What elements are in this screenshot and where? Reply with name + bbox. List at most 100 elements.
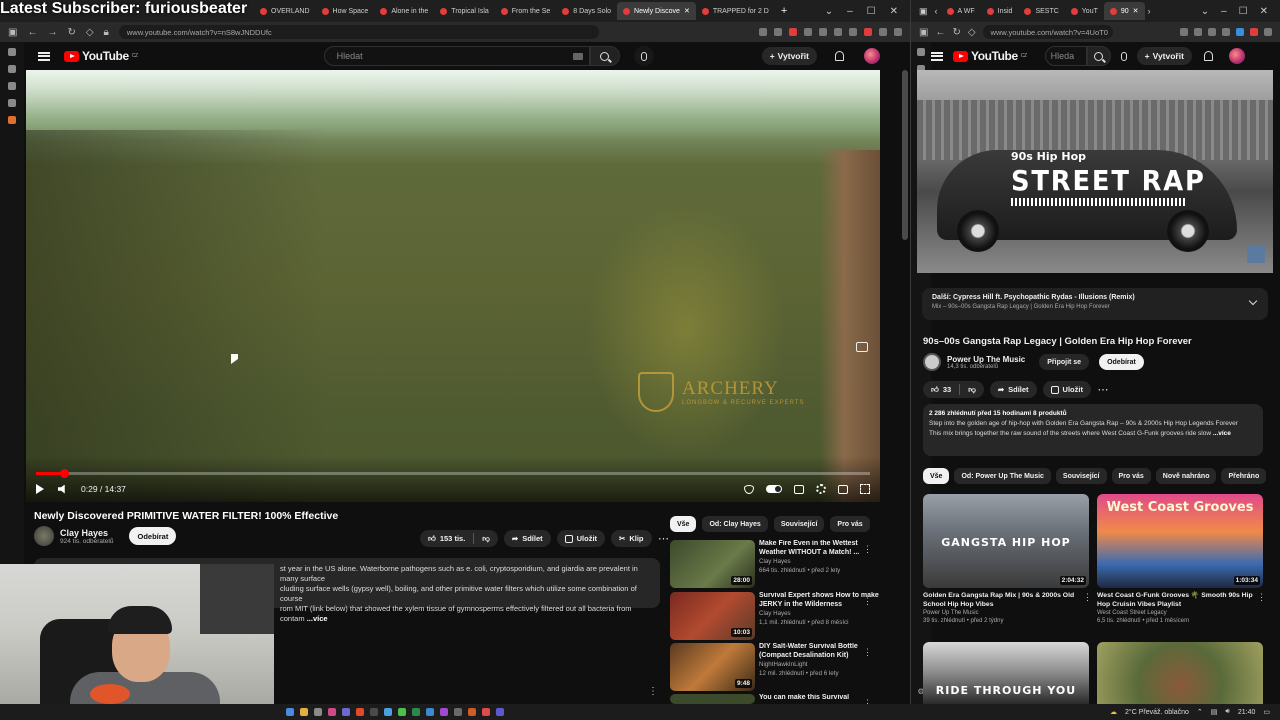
description-box[interactable]: 2 286 zhlédnutí před 15 hodinami 8 produ…: [923, 404, 1263, 456]
minimize-icon[interactable]: –: [1221, 6, 1227, 17]
app-icon[interactable]: [496, 708, 504, 716]
app-icon[interactable]: [412, 708, 420, 716]
recommendation-thumbnail[interactable]: [1097, 642, 1263, 704]
close-window-icon[interactable]: ✕: [1260, 6, 1268, 17]
extension-icon[interactable]: [1250, 28, 1258, 36]
account-avatar[interactable]: [1228, 48, 1245, 64]
app-icon[interactable]: [356, 708, 364, 716]
join-button[interactable]: Připojit se: [1039, 354, 1090, 370]
app-icon[interactable]: [370, 708, 378, 716]
chip-all[interactable]: Vše: [670, 516, 697, 532]
new-tab-icon[interactable]: +: [775, 5, 793, 17]
back-icon[interactable]: ←: [27, 27, 37, 38]
recommendation-thumbnail[interactable]: 9:48: [670, 643, 755, 691]
back-icon[interactable]: ←: [935, 27, 945, 38]
chip-from-channel[interactable]: Od: Power Up The Music: [954, 468, 1051, 484]
app-icon[interactable]: [398, 708, 406, 716]
recommendation-thumbnail[interactable]: 28:00: [670, 540, 755, 588]
youtube-logo[interactable]: YouTube CZ: [953, 49, 1027, 63]
subscribe-button[interactable]: Odebírat: [129, 527, 177, 545]
tab-list-icon[interactable]: ⌄: [1201, 6, 1209, 17]
menu-icon[interactable]: [894, 28, 902, 36]
app-icon[interactable]: [328, 708, 336, 716]
extension-icon[interactable]: [789, 28, 797, 36]
app-icon[interactable]: [454, 708, 462, 716]
sidebar-bookmarks-icon[interactable]: [8, 99, 16, 107]
chip-related[interactable]: Související: [1055, 468, 1107, 484]
close-tab-icon[interactable]: ✕: [684, 7, 690, 15]
browser-tab[interactable]: 8 Days Solo: [556, 2, 617, 20]
app-icon[interactable]: [342, 708, 350, 716]
recommendation-thumbnail[interactable]: 10:03: [670, 592, 755, 640]
sidebar-pocket-icon[interactable]: [8, 116, 16, 124]
channel-name[interactable]: Clay Hayes: [60, 528, 113, 538]
recommendation-item[interactable]: You can make this Survival ⋮: [670, 694, 880, 704]
scrubber-handle[interactable]: [59, 469, 69, 478]
save-button[interactable]: Uložit: [556, 530, 606, 547]
sidebar-history-icon[interactable]: [8, 82, 16, 90]
recommendation-item[interactable]: 28:00 Make Fire Even in the Wettest Weat…: [670, 540, 880, 588]
extension-icon[interactable]: [1180, 28, 1188, 36]
clip-button[interactable]: ✂ Klip: [611, 530, 652, 547]
sponsor-shield-icon[interactable]: [744, 484, 754, 494]
close-tab-icon[interactable]: ✕: [1133, 7, 1139, 15]
shield-icon[interactable]: ◇: [968, 27, 976, 38]
share-button[interactable]: ➦ Sdílet: [989, 381, 1037, 398]
show-more-link[interactable]: ...více: [307, 614, 328, 623]
keyboard-icon[interactable]: [572, 52, 583, 60]
chip-for-you[interactable]: Pro vás: [1111, 468, 1151, 484]
tab-list-icon[interactable]: ⌄: [825, 6, 833, 17]
subtitles-icon[interactable]: [794, 484, 804, 494]
url-field[interactable]: www.youtube.com/watch?v=nS8wJNDDUfc: [118, 25, 599, 39]
extension-icon[interactable]: [1222, 28, 1230, 36]
reload-icon[interactable]: ↻: [952, 27, 960, 38]
tab-scroll-right-icon[interactable]: ›: [1145, 6, 1154, 16]
scrollbar[interactable]: [902, 70, 908, 240]
explorer-icon[interactable]: [300, 708, 308, 716]
clock[interactable]: 21:40: [1238, 709, 1256, 716]
show-more-link[interactable]: ...více: [1213, 430, 1231, 437]
app-icon[interactable]: [426, 708, 434, 716]
search-button[interactable]: [1086, 46, 1111, 66]
extension-icon[interactable]: [864, 28, 872, 36]
maximize-icon[interactable]: ☐: [1239, 6, 1248, 17]
recommendation-thumbnail[interactable]: [670, 694, 755, 704]
volume-icon[interactable]: [58, 484, 65, 494]
sidebar-toggle-icon[interactable]: ▣: [8, 27, 17, 38]
youtube-logo[interactable]: YouTube CZ: [64, 49, 138, 63]
forward-icon[interactable]: →: [47, 27, 57, 38]
comment-more-icon[interactable]: ⋮: [648, 686, 658, 697]
app-icon[interactable]: [468, 708, 476, 716]
reload-icon[interactable]: ↻: [67, 27, 75, 38]
search-input[interactable]: Hleda: [1044, 46, 1087, 66]
browser-tab-active[interactable]: Newly Discove ✕: [617, 2, 696, 20]
hamburger-menu-icon[interactable]: [38, 51, 50, 61]
recommendation-card[interactable]: GANGSTA HIP HOP 2:04:32 Golden Era Gangs…: [923, 494, 1089, 625]
recommendation-item[interactable]: 9:48 DIY Salt-Water Survival Bottle (Com…: [670, 643, 880, 691]
notifications-icon[interactable]: ▭: [1263, 708, 1270, 716]
browser-tab[interactable]: YouT: [1065, 2, 1104, 20]
notifications-bell-icon[interactable]: [835, 51, 844, 61]
recommendation-item[interactable]: 10:03 Survival Expert shows How to make …: [670, 592, 880, 640]
minimize-icon[interactable]: –: [847, 6, 853, 17]
more-options-icon[interactable]: ⋮: [863, 647, 872, 658]
save-button[interactable]: Uložit: [1042, 381, 1091, 398]
network-icon[interactable]: ▤: [1211, 708, 1218, 716]
app-icon[interactable]: [482, 708, 490, 716]
more-options-icon[interactable]: ⋮: [1083, 592, 1092, 603]
search-button[interactable]: [589, 46, 620, 66]
more-options-icon[interactable]: ⋮: [863, 544, 872, 555]
channel-avatar[interactable]: [34, 526, 54, 546]
tray-arrow-icon[interactable]: ⌃: [1197, 708, 1203, 716]
more-actions-icon[interactable]: ⋯: [658, 530, 670, 547]
extension-icon[interactable]: [834, 28, 842, 36]
more-options-icon[interactable]: ⋮: [1257, 592, 1266, 603]
notifications-bell-icon[interactable]: [1203, 51, 1213, 61]
progress-bar[interactable]: [36, 469, 870, 478]
hamburger-menu-icon[interactable]: [931, 51, 943, 61]
app-icon[interactable]: [440, 708, 448, 716]
app-icon[interactable]: [314, 708, 322, 716]
create-button[interactable]: + Vytvořit: [761, 47, 817, 65]
sidebar-reading-icon[interactable]: [8, 65, 16, 73]
sidebar-ai-icon[interactable]: [8, 48, 16, 56]
